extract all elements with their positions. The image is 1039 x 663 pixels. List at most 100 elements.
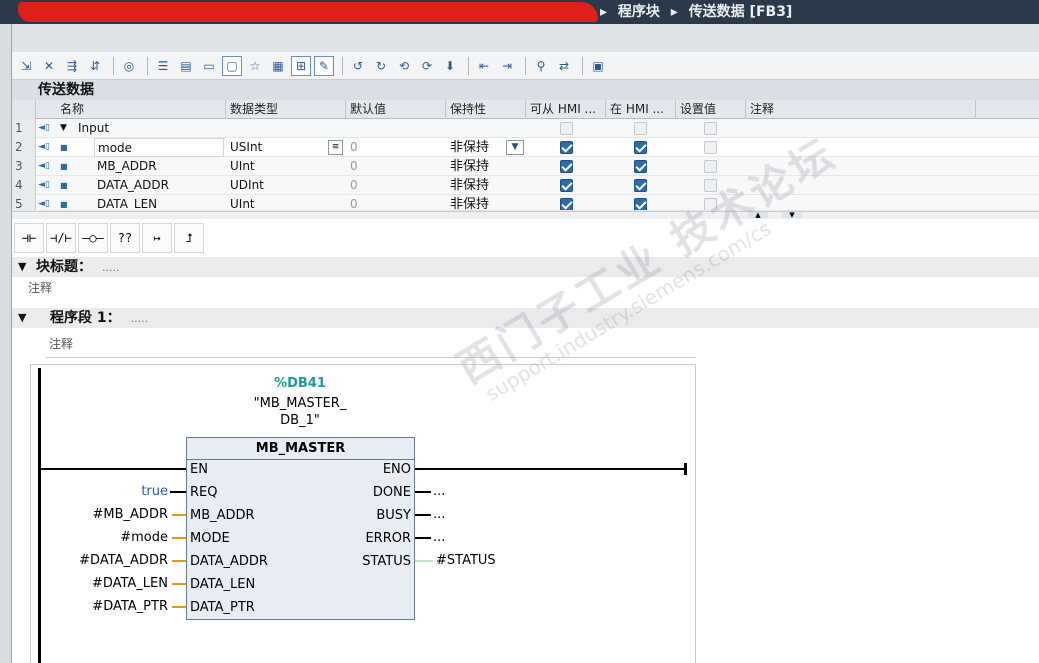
interface-row-mode[interactable]: 2 ◄▯ ■ mode USInt ≡ 0 非保持 ▼ [12, 138, 1039, 157]
row-name[interactable]: DATA_ADDR [97, 176, 227, 195]
collapse-arrow-icon[interactable]: ▼ [18, 257, 26, 277]
normally-open-contact-icon[interactable]: ⊣⊢ [14, 223, 44, 253]
highlight-icon[interactable]: ✎ [314, 55, 334, 76]
block-title-bar[interactable]: ▼ 块标题：..... [12, 257, 1039, 277]
left-dock-strip[interactable] [0, 24, 12, 663]
instance-db-name-line1[interactable]: "MB_MASTER_ [200, 396, 400, 411]
datatype-picker-icon[interactable]: ≡ [328, 140, 343, 155]
row-default[interactable]: 0 [350, 157, 410, 176]
setpoint-checkbox[interactable] [704, 198, 717, 210]
splitter-down-icon[interactable]: ▼ [782, 212, 802, 219]
hmi-access-checkbox[interactable] [560, 160, 573, 173]
delete-row-icon[interactable]: ✕ [39, 56, 59, 76]
indent-icon[interactable]: ⇤ [474, 56, 494, 76]
insert-row-icon[interactable]: ⇲ [16, 56, 36, 76]
row-default[interactable]: 0 [350, 176, 410, 195]
hmi-access-checkbox[interactable] [560, 198, 573, 210]
next-error-icon[interactable]: ↻ [371, 56, 391, 76]
open-branch-icon[interactable]: ↦ [142, 223, 172, 253]
row-default[interactable]: 0 [350, 138, 410, 157]
row-datatype[interactable]: UInt [230, 157, 330, 176]
instance-db-number[interactable]: %DB41 [200, 376, 400, 391]
row-retain[interactable]: 非保持 [450, 176, 510, 195]
instance-db-name-line2[interactable]: DB_1" [200, 413, 400, 428]
delete-network-icon[interactable]: ⇵ [85, 56, 105, 76]
header-datatype[interactable]: 数据类型 [226, 100, 346, 119]
hmi-access-checkbox[interactable] [560, 179, 573, 192]
block-interface-icon[interactable]: ▦ [268, 56, 288, 76]
row-name[interactable]: DATA_LEN [97, 195, 227, 210]
monitor-icon[interactable]: ◎ [119, 56, 139, 76]
row-name[interactable]: MB_ADDR [97, 157, 227, 176]
compile-icon[interactable]: ⟳ [417, 56, 437, 76]
mb-addr-arg[interactable]: #MB_ADDR [40, 506, 168, 524]
breadcrumb-program-blocks[interactable]: 程序块 [618, 4, 660, 20]
retain-dropdown-icon[interactable]: ▼ [506, 140, 524, 155]
collapse-arrow-icon[interactable]: ▼ [60, 119, 74, 138]
row-datatype[interactable]: UInt [230, 195, 330, 210]
download-icon[interactable]: ⬇ [440, 56, 460, 76]
interface-row-data-addr[interactable]: 4 ◄▯ ■ DATA_ADDR UDInt 0 非保持 [12, 176, 1039, 195]
header-hmi-visible[interactable]: 在 HMI ... [606, 100, 676, 119]
insert-network-icon[interactable]: ⇶ [62, 56, 82, 76]
req-arg[interactable]: true [60, 483, 168, 501]
favorites-icon[interactable]: ☆ [245, 56, 265, 76]
close-branch-icon[interactable]: ⮥ [174, 223, 204, 253]
setpoint-checkbox[interactable] [704, 122, 717, 135]
outdent-icon[interactable]: ⇥ [497, 56, 517, 76]
coil-icon[interactable]: —○— [78, 223, 108, 253]
data-addr-arg[interactable]: #DATA_ADDR [40, 552, 168, 570]
row-retain[interactable]: 非保持 [450, 138, 510, 157]
collapse-networks-icon[interactable]: ▭ [199, 56, 219, 76]
header-name[interactable]: 名称 [36, 100, 226, 119]
hmi-access-checkbox[interactable] [560, 141, 573, 154]
row-default[interactable]: 0 [350, 195, 410, 210]
hmi-visible-checkbox[interactable] [634, 198, 647, 210]
row-datatype[interactable]: UDInt [230, 176, 330, 195]
cross-reference-icon[interactable]: ⇄ [554, 56, 574, 76]
expand-networks-icon[interactable]: ▤ [176, 56, 196, 76]
empty-box-icon[interactable]: ?? [110, 223, 140, 253]
row-datatype[interactable]: USInt [230, 138, 330, 157]
row-retain[interactable]: 非保持 [450, 195, 510, 210]
block-title-value[interactable]: ..... [102, 261, 119, 274]
absolute-operands-icon[interactable]: ⊞ [291, 55, 311, 76]
block-properties-icon[interactable]: ▣ [588, 56, 608, 76]
header-comment[interactable]: 注释 [746, 100, 976, 119]
normally-closed-contact-icon[interactable]: ⊣/⊢ [46, 223, 76, 253]
network-title-value[interactable]: ..... [131, 312, 148, 325]
collapse-arrow-icon[interactable]: ▼ [18, 308, 26, 328]
setpoint-checkbox[interactable] [704, 179, 717, 192]
block-comment[interactable]: 注释 [28, 279, 52, 296]
header-setpoint[interactable]: 设置值 [676, 100, 746, 119]
error-arg[interactable]: ... [433, 529, 445, 547]
mb-master-block[interactable]: MB_MASTER EN REQ MB_ADDR MODE DATA_ADDR … [186, 437, 415, 620]
breadcrumb-current-block[interactable]: 传送数据 [FB3] [689, 4, 793, 20]
header-default[interactable]: 默认值 [346, 100, 446, 119]
call-hierarchy-icon[interactable]: ⚲ [531, 56, 551, 76]
data-ptr-arg[interactable]: #DATA_PTR [40, 598, 168, 616]
go-to-error-icon[interactable]: ↺ [348, 56, 368, 76]
network-1-bar[interactable]: ▼ 程序段 1：..... [12, 308, 1039, 328]
network-comment[interactable]: 注释 [49, 335, 73, 352]
comments-toggle-icon[interactable]: ▢ [222, 55, 242, 76]
previous-error-icon[interactable]: ⟲ [394, 56, 414, 76]
splitter-up-icon[interactable]: ▲ [748, 212, 768, 219]
done-arg[interactable]: ... [433, 483, 445, 501]
header-hmi-access[interactable]: 可从 HMI ... [526, 100, 606, 119]
network-list-icon[interactable]: ☰ [153, 56, 173, 76]
busy-arg[interactable]: ... [433, 506, 445, 524]
header-retain[interactable]: 保持性 [446, 100, 526, 119]
interface-splitter[interactable]: ▲ ▼ [12, 211, 1039, 219]
interface-row-mb-addr[interactable]: 3 ◄▯ ■ MB_ADDR UInt 0 非保持 [12, 157, 1039, 176]
interface-row-input[interactable]: 1 ◄▯ ▼ Input [12, 119, 1039, 138]
mode-arg[interactable]: #mode [40, 529, 168, 547]
setpoint-checkbox[interactable] [704, 141, 717, 154]
row-retain[interactable]: 非保持 [450, 157, 510, 176]
hmi-visible-checkbox[interactable] [634, 179, 647, 192]
interface-row-data-len[interactable]: 5 ◄▯ ■ DATA_LEN UInt 0 非保持 [12, 195, 1039, 211]
data-len-arg[interactable]: #DATA_LEN [40, 575, 168, 593]
status-arg[interactable]: #STATUS [436, 552, 496, 570]
hmi-visible-checkbox[interactable] [634, 160, 647, 173]
row-name-field[interactable]: mode [94, 138, 224, 157]
